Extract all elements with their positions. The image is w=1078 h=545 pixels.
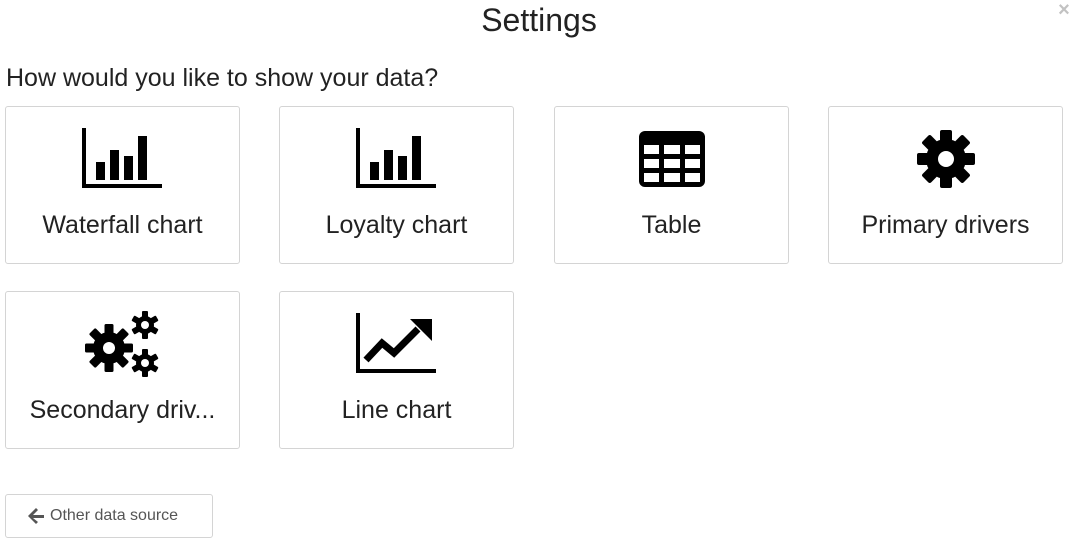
option-loyalty-chart[interactable]: Loyalty chart [279,106,514,264]
option-table[interactable]: Table [554,106,789,264]
bar-chart-icon [6,125,239,193]
option-label: Line chart [341,396,452,424]
gears-icon [6,310,239,378]
option-label: Table [641,211,702,239]
option-label: Secondary driv... [29,396,216,424]
dialog-title: Settings [481,2,597,38]
option-waterfall-chart[interactable]: Waterfall chart [5,106,240,264]
option-line-chart[interactable]: Line chart [279,291,514,449]
other-data-source-label: Other data source [50,507,179,524]
bar-chart-icon [280,125,513,193]
option-label: Loyalty chart [325,211,468,239]
close-icon[interactable]: × [1056,0,1072,20]
option-secondary-drivers[interactable]: Secondary driv... [5,291,240,449]
option-label: Waterfall chart [42,211,203,239]
line-chart-icon [280,310,513,378]
option-label: Primary drivers [861,211,1030,239]
arrow-left-icon [28,508,44,524]
option-primary-drivers[interactable]: Primary drivers [828,106,1063,264]
other-data-source-button[interactable]: Other data source [5,494,213,538]
question-text: How would you like to show your data? [6,64,439,92]
gear-icon [829,125,1062,193]
table-icon [555,125,788,193]
view-options-grid: Waterfall chart Loyalty chart Table Prim… [5,106,1065,451]
